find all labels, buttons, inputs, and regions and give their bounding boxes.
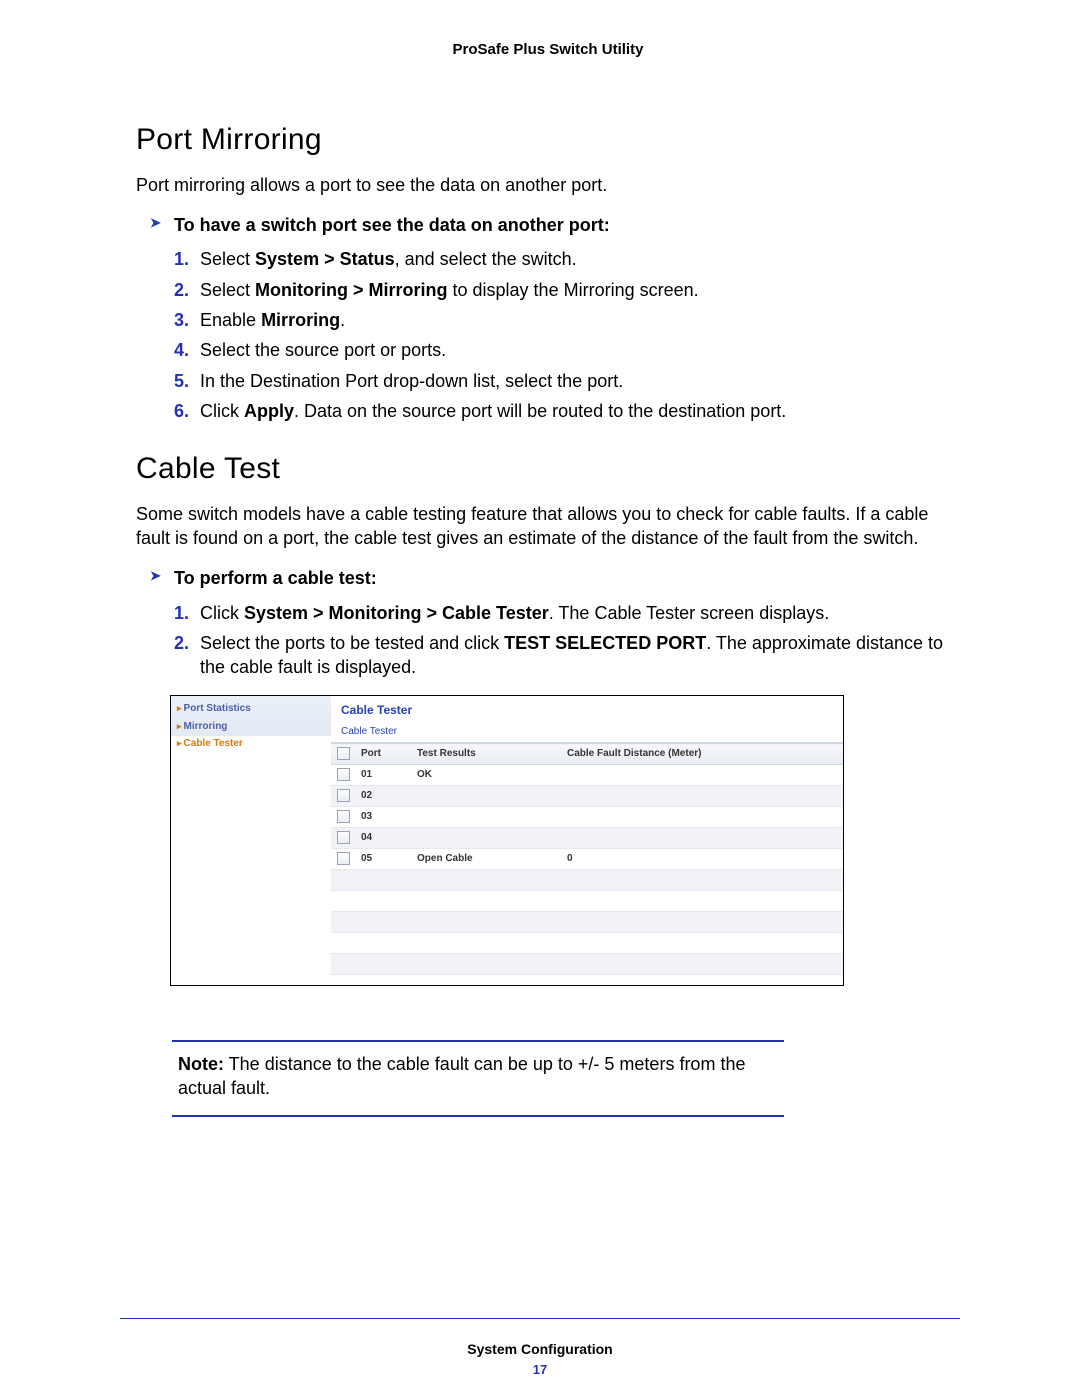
note-box: Note: The distance to the cable fault ca… <box>172 1040 784 1117</box>
panel-title: Cable Tester <box>331 698 843 722</box>
intro-port-mirroring: Port mirroring allows a port to see the … <box>136 173 960 197</box>
heading-port-mirroring: Port Mirroring <box>136 120 960 161</box>
footer-rule <box>120 1318 960 1319</box>
table-row <box>331 933 843 954</box>
document-page: ProSafe Plus Switch Utility Port Mirrori… <box>0 0 1080 1397</box>
screenshot-main: Cable Tester Cable Tester Port Test Resu… <box>331 696 843 985</box>
note-label: Note: <box>178 1054 224 1074</box>
step: Select the ports to be tested and click … <box>174 631 960 680</box>
table-row: 02 <box>331 786 843 807</box>
step: Select the source port or ports. <box>174 338 960 362</box>
checkbox-icon <box>337 747 350 760</box>
table-row <box>331 891 843 912</box>
footer-section: System Configuration <box>0 1340 1080 1359</box>
checkbox-icon <box>337 810 350 823</box>
cable-tester-screenshot: ▸Port Statistics ▸Mirroring ▸Cable Teste… <box>170 695 844 986</box>
sidenav-item-active: ▸Cable Tester <box>171 735 331 753</box>
checkbox-icon <box>337 852 350 865</box>
cable-tester-table: Port Test Results Cable Fault Distance (… <box>331 743 843 975</box>
task-heading-cable-test: To perform a cable test: <box>150 566 960 590</box>
step: Select System > Status, and select the s… <box>174 247 960 271</box>
intro-cable-test: Some switch models have a cable testing … <box>136 502 960 551</box>
steps-cable-test: Click System > Monitoring > Cable Tester… <box>174 601 960 680</box>
panel-subtitle: Cable Tester <box>331 723 843 744</box>
note-text: The distance to the cable fault can be u… <box>178 1054 745 1098</box>
checkbox-icon <box>337 768 350 781</box>
table-row: 03 <box>331 807 843 828</box>
col-port: Port <box>355 744 411 765</box>
sidenav-item: ▸Mirroring <box>171 718 331 736</box>
table-row: 04 <box>331 828 843 849</box>
table-row <box>331 870 843 891</box>
table-row: 05Open Cable0 <box>331 849 843 870</box>
table-body: 01OK02030405Open Cable0 <box>331 765 843 975</box>
steps-port-mirroring: Select System > Status, and select the s… <box>174 247 960 423</box>
step: Click Apply. Data on the source port wil… <box>174 399 960 423</box>
table-row <box>331 954 843 975</box>
step: Enable Mirroring. <box>174 308 960 332</box>
task-heading-mirroring: To have a switch port see the data on an… <box>150 213 960 237</box>
table-row <box>331 912 843 933</box>
screenshot-sidenav: ▸Port Statistics ▸Mirroring ▸Cable Teste… <box>171 696 331 985</box>
checkbox-icon <box>337 831 350 844</box>
step: Select Monitoring > Mirroring to display… <box>174 278 960 302</box>
footer-page-number: 17 <box>0 1361 1080 1379</box>
sidenav-item: ▸Port Statistics <box>171 700 331 718</box>
col-distance: Cable Fault Distance (Meter) <box>561 744 843 765</box>
step: Click System > Monitoring > Cable Tester… <box>174 601 960 625</box>
col-results: Test Results <box>411 744 561 765</box>
document-header: ProSafe Plus Switch Utility <box>136 40 960 60</box>
col-checkbox <box>331 744 355 765</box>
step: In the Destination Port drop-down list, … <box>174 369 960 393</box>
table-row: 01OK <box>331 765 843 786</box>
checkbox-icon <box>337 789 350 802</box>
heading-cable-test: Cable Test <box>136 449 960 490</box>
